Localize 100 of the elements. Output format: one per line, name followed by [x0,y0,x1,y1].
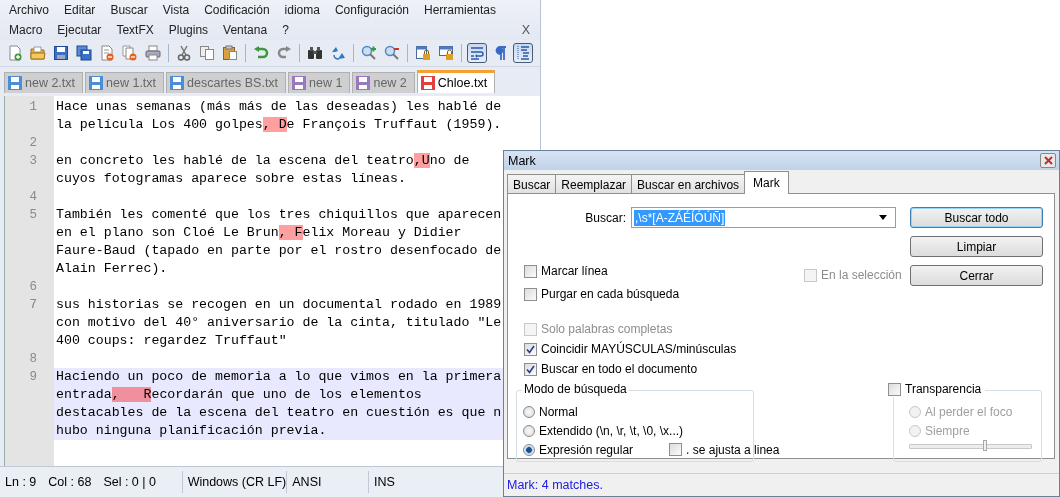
menu-item[interactable]: Buscar [102,3,155,17]
tab[interactable]: Buscar en archivos [631,174,746,194]
checkbox[interactable] [888,383,901,396]
open-folder-icon [30,45,46,61]
caret-icon [879,215,887,220]
close-icon [1043,156,1053,165]
dialog-button[interactable]: Cerrar [910,265,1043,286]
checkbox[interactable] [524,342,537,356]
indent-guide-icon [515,45,531,61]
toolbar-button[interactable] [467,43,487,63]
checkbox-label: Transparencia [905,382,982,397]
tab[interactable]: Reemplazar [555,174,633,194]
line-number: 2 [28,136,38,150]
radio-button[interactable] [909,405,921,418]
checkbox-label: Coincidir MAYÚSCULAS/minúsculas [541,342,737,356]
checkbox-label: Purgar en cada búsqueda [541,287,680,301]
tab[interactable]: Mark [744,171,789,194]
line-number: 3 [29,154,37,168]
window-lock-icon [438,45,454,61]
menu-item[interactable]: Codificación [196,3,277,17]
line-number: 6 [28,280,38,294]
toolbar-button[interactable] [51,43,71,63]
radio-button[interactable] [523,405,535,418]
menu-item[interactable]: TextFX [108,23,161,37]
file-tab[interactable]: new 2 [352,72,415,93]
menu-item[interactable]: Archivo [1,3,56,17]
text-line: Haciendo un poco de memoria a lo que vimos en la primera [55,368,502,386]
clipboard-icon [222,45,238,61]
radio-button[interactable] [909,424,921,437]
toolbar-button[interactable] [413,43,433,63]
checkbox[interactable] [524,362,537,376]
line-number: 8 [28,352,38,366]
file-tab[interactable]: descartes BS.txt [166,72,287,93]
radio-label: Siempre [925,423,970,438]
status-text: Windows (CR LF) [181,471,287,493]
radio-label: Al perder el foco [925,404,1013,419]
checkbox-label: Buscar en todo el documento [541,362,698,376]
slider-thumb[interactable] [983,440,987,451]
replace-icon [330,45,346,61]
text-line: hubo ninguna planificación previa. [55,422,327,440]
menu-item[interactable]: Macro [1,23,50,37]
radio-button[interactable] [523,443,535,456]
menu-item[interactable]: Configuración [326,3,416,17]
close-document-button[interactable]: X [521,23,530,37]
close-button[interactable] [1040,153,1056,168]
printer-icon [145,45,161,61]
group-title: Modo de búsqueda [522,382,629,397]
dialog-button[interactable]: Buscar todo [910,207,1043,228]
checkbox-label: En la selección [821,268,902,282]
text-line: Faure-Baud (tapado en parte por el rostro desenfocado de [55,242,502,260]
toolbar-button[interactable] [220,43,240,63]
menu-item[interactable]: Ventana [215,23,275,37]
toolbar-button[interactable] [436,43,456,63]
toolbar-button[interactable] [513,43,533,63]
menu-item[interactable]: Ejecutar [49,23,109,37]
menu-item[interactable]: Herramientas [416,3,503,17]
checkbox[interactable] [524,264,537,278]
text-line: la película Los 400 golpes, De François Truffaut (1959). [55,116,502,134]
menu-item[interactable]: Editar [56,3,103,17]
file-tab[interactable]: new 1.txt [85,72,165,93]
binoculars-icon [307,45,323,61]
checkbox-label: . se ajusta a linea [686,442,780,457]
text-line: en el plano son Cloé Le Brun, Felix Moreau y Didier [55,224,462,242]
line-number: 9 [29,370,37,384]
checkbox[interactable] [524,287,537,301]
field-label: Buscar: [584,210,626,225]
text-line: con motivo del 40° aniversario de la cinta, titulado "Le [55,314,502,332]
toolbar-button[interactable] [74,43,94,63]
copy-icon [199,45,215,61]
close-files-icon [122,45,138,61]
radio-button[interactable] [523,424,535,437]
redo-icon [276,45,292,61]
menu-item[interactable]: Plugins [160,23,216,37]
status-text: Col : 68 [48,475,92,489]
file-tab[interactable]: new 2.txt [4,72,84,93]
close-file-icon [99,45,115,61]
menu-item[interactable]: ? [274,23,296,37]
line-number: 1 [29,100,37,114]
checkbox-label: Solo palabras completas [541,322,673,336]
text-line: También les comenté que los tres chiquillos que aparecen [55,206,502,224]
line-number: 5 [29,208,37,222]
tab[interactable]: Buscar [507,174,557,194]
checkbox-label: Marcar línea [541,264,608,278]
window-title: Mark [508,153,536,168]
text-line: Alain Ferrec). [55,260,168,278]
dialog-button[interactable]: Limpiar [910,236,1043,257]
menu-item[interactable]: idioma [276,3,327,17]
text-line: cuyos fotogramas aparece sobre estas líneas. [55,170,406,188]
status-text: ANSI [286,471,369,493]
radio-label: Normal [539,404,578,419]
scissors-icon [176,45,192,61]
file-tab[interactable]: Chloe.txt [416,70,496,93]
menu-item[interactable]: Vista [154,3,197,17]
zoom-out-icon [384,45,400,61]
zoom-in-icon [361,45,377,61]
text-line: en concreto les hablé de la escena del teatro,Uno de [55,152,470,170]
file-tab[interactable]: new 1 [288,72,351,93]
checkbox[interactable] [669,443,683,456]
text-line: Hace unas semanas (más más de las deseadas) les hablé de [55,98,502,116]
status-text: Ln : 9 [5,475,37,489]
